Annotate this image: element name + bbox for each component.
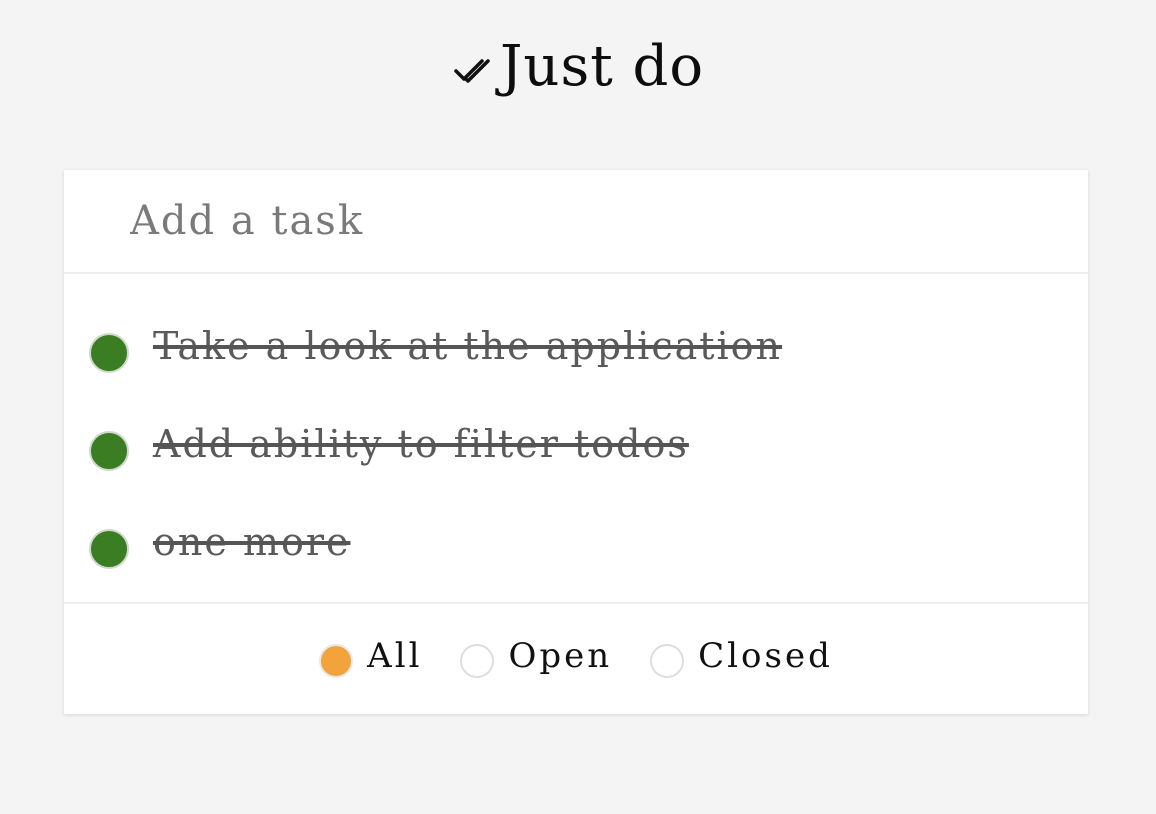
task-toggle[interactable] [89,431,129,471]
task-input-row [64,170,1088,274]
filter-radio[interactable] [460,644,495,678]
filter-closed[interactable]: Closed [650,634,833,678]
add-task-input[interactable] [128,197,1032,245]
list-item: one more [64,493,1088,591]
task-toggle[interactable] [89,529,129,569]
filter-label: All [367,636,423,676]
filter-label: Open [508,636,613,676]
logo: Just do [452,39,704,95]
filter-open[interactable]: Open [460,634,612,678]
filter-radio[interactable] [650,644,685,678]
filter-label: Closed [698,636,833,676]
app-header: Just do [0,22,1156,112]
filter-all[interactable]: All [319,634,422,678]
task-toggle[interactable] [89,333,129,373]
task-list: Take a look at the application Add abili… [64,274,1088,604]
list-item: Take a look at the application [64,297,1088,395]
filter-radio[interactable] [319,644,354,678]
list-item: Add ability to filter todos [64,395,1088,493]
app-title: Just do [499,34,705,99]
todo-card: Take a look at the application Add abili… [64,170,1088,714]
task-label: one more [153,520,351,564]
task-label: Take a look at the application [153,324,783,368]
filter-bar: All Open Closed [64,604,1088,712]
task-label: Add ability to filter todos [153,422,689,466]
double-check-icon [452,57,498,89]
